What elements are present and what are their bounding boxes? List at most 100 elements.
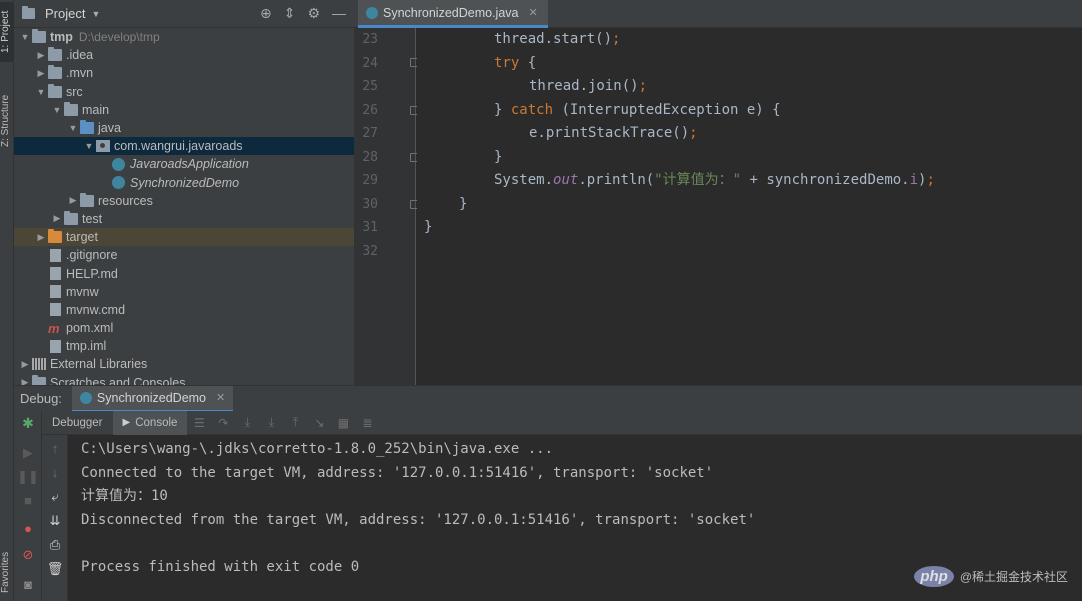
tree-item[interactable]: SynchronizedDemo (14, 174, 354, 192)
code-line-25: thread.join(); (529, 75, 647, 99)
debug-session-tab[interactable]: SynchronizedDemo ✕ (71, 385, 234, 412)
camera-icon[interactable]: ◙ (14, 577, 42, 592)
collapse-all-icon[interactable]: ⇕ (284, 5, 296, 22)
tree-item[interactable]: .gitignore (14, 246, 354, 264)
tree-item-label: mvnw.cmd (66, 302, 126, 317)
step-into-icon[interactable]: ⤓ (235, 415, 259, 430)
console-line: Connected to the target VM, address: '12… (81, 465, 714, 481)
tree-item-label: pom.xml (66, 321, 114, 336)
print-icon[interactable]: ⎙ (41, 537, 69, 553)
scroll-to-end-icon[interactable]: ⇊ (41, 513, 69, 529)
line-number: 26 (362, 102, 378, 118)
collapse-arrow-icon[interactable]: ▶ (18, 359, 32, 370)
force-step-into-icon[interactable]: ⤓ (259, 415, 283, 430)
tree-item[interactable]: ▶ External Libraries (14, 355, 354, 373)
tab-console[interactable]: ▶ Console (112, 410, 188, 435)
code-token: } (494, 101, 511, 118)
expand-arrow-icon[interactable]: ▼ (50, 105, 64, 115)
close-icon[interactable]: ✕ (216, 391, 225, 404)
tab-debugger-label: Debugger (52, 416, 103, 429)
pause-icon[interactable]: ❚❚ (14, 469, 42, 485)
source-folder-icon (80, 120, 94, 135)
tree-item[interactable]: ▼ src (14, 83, 354, 101)
code-token: System. (494, 172, 554, 188)
collapse-arrow-icon[interactable]: ▶ (34, 68, 48, 79)
collapse-arrow-icon[interactable]: ▶ (34, 232, 48, 243)
trace-icon[interactable]: ≣ (355, 416, 379, 430)
evaluate-icon[interactable]: ▦ (331, 416, 355, 430)
step-out-icon[interactable]: ⤒ (283, 415, 307, 430)
menu-icon[interactable]: ☰ (187, 416, 211, 430)
debug-actions-bar: ✱ ▶ ❚❚ ■ ● ⊘ ◙ (14, 411, 42, 601)
tree-item[interactable]: ▶ .idea (14, 46, 354, 64)
tree-item[interactable]: ▶ resources (14, 192, 354, 210)
soft-wrap-icon[interactable]: ⤶ (41, 489, 69, 505)
line-number: 25 (362, 79, 378, 94)
step-over-icon[interactable]: ↷ (211, 416, 235, 430)
java-class-icon (112, 176, 125, 190)
expand-arrow-icon[interactable]: ▼ (82, 141, 96, 151)
resume-icon[interactable]: ▶ (14, 445, 42, 461)
close-icon[interactable]: ✕ (529, 6, 538, 19)
tree-item[interactable]: mvnw (14, 283, 354, 301)
project-panel-title[interactable]: Project (45, 6, 85, 21)
file-icon (50, 303, 61, 317)
trash-icon[interactable]: 🗑 (41, 561, 69, 577)
tree-item[interactable]: ▶ test (14, 210, 354, 228)
favorites-tool-tab[interactable]: Favorites (0, 545, 14, 599)
code-token: ; (689, 125, 698, 141)
stop-icon[interactable]: ■ (14, 493, 42, 508)
expand-arrow-icon[interactable]: ▼ (34, 87, 48, 97)
code-editor[interactable]: thread.start(); try { thread.join(); } c… (417, 28, 1082, 385)
collapse-arrow-icon[interactable]: ▶ (50, 213, 64, 224)
tree-item[interactable]: HELP.md (14, 264, 354, 282)
tree-item-label: tmp.iml (66, 339, 107, 354)
tree-item[interactable]: mvnw.cmd (14, 301, 354, 319)
watermark: php @稀土掘金技术社区 (914, 566, 1068, 587)
folder-icon (48, 65, 62, 80)
code-token: ; (612, 31, 621, 47)
collapse-arrow-icon[interactable]: ▶ (66, 195, 80, 206)
console-line: C:\Users\wang-\.jdks\corretto-1.8.0_252\… (81, 441, 554, 457)
folder-icon (32, 29, 46, 44)
tree-item-label: HELP.md (66, 266, 118, 281)
chevron-down-icon[interactable]: ▼ (91, 9, 100, 19)
arrow-up-icon[interactable]: ↑ (41, 441, 69, 456)
minimize-icon[interactable]: — (332, 5, 346, 22)
tree-item[interactable]: m pom.xml (14, 319, 354, 337)
tree-item-label: main (82, 102, 110, 117)
collapse-arrow-icon[interactable]: ▶ (18, 377, 32, 385)
collapse-arrow-icon[interactable]: ▶ (34, 50, 48, 61)
view-breakpoints-icon[interactable]: ● (14, 521, 42, 536)
tree-item[interactable]: ▼ com.wangrui.javaroads (14, 137, 354, 156)
tab-synchronizeddemo-java[interactable]: SynchronizedDemo.java ✕ (358, 0, 548, 28)
tree-item[interactable]: ▼ main (14, 101, 354, 119)
code-line-26: } catch (InterruptedException e) { (494, 99, 781, 123)
console-output[interactable]: C:\Users\wang-\.jdks\corretto-1.8.0_252\… (68, 435, 1082, 601)
project-tool-tab[interactable]: 1: Project (0, 2, 14, 62)
project-root-path: D:\develop\tmp (78, 30, 160, 45)
tree-item[interactable]: ▼ tmp D:\develop\tmp (14, 28, 354, 46)
arrow-down-icon[interactable]: ↓ (41, 465, 69, 480)
tab-debugger[interactable]: Debugger (42, 411, 113, 435)
expand-arrow-icon[interactable]: ▼ (18, 32, 32, 42)
bug-icon[interactable]: ✱ (14, 415, 42, 432)
expand-arrow-icon[interactable]: ▼ (66, 123, 80, 133)
locate-icon[interactable]: ⊕ (260, 5, 272, 22)
tree-item[interactable]: tmp.iml (14, 337, 354, 355)
structure-tool-tab[interactable]: Z: Structure (0, 86, 14, 156)
tree-item[interactable]: JavaroadsApplication (14, 155, 354, 173)
tree-item[interactable]: ▶ target (14, 228, 354, 247)
code-token: try (494, 54, 520, 71)
tree-item[interactable]: ▼ java (14, 119, 354, 137)
tree-item[interactable]: ▶ Scratches and Consoles (14, 374, 354, 385)
project-panel: Project ▼ ⊕ ⇕ ⚙ — ▼ tmp D:\develop\tmp ▶ .id… (14, 0, 354, 385)
line-number: 28 (362, 149, 378, 165)
gear-icon[interactable]: ⚙ (307, 5, 320, 22)
tree-item[interactable]: ▶ .mvn (14, 64, 354, 82)
watermark-text: @稀土掘金技术社区 (959, 570, 1068, 584)
console-actions-bar: ↑ ↓ ⤶ ⇊ ⎙ 🗑 (42, 435, 68, 601)
run-to-cursor-icon[interactable]: ↘ (307, 416, 331, 430)
mute-breakpoints-icon[interactable]: ⊘ (14, 547, 42, 563)
library-icon (32, 358, 46, 371)
